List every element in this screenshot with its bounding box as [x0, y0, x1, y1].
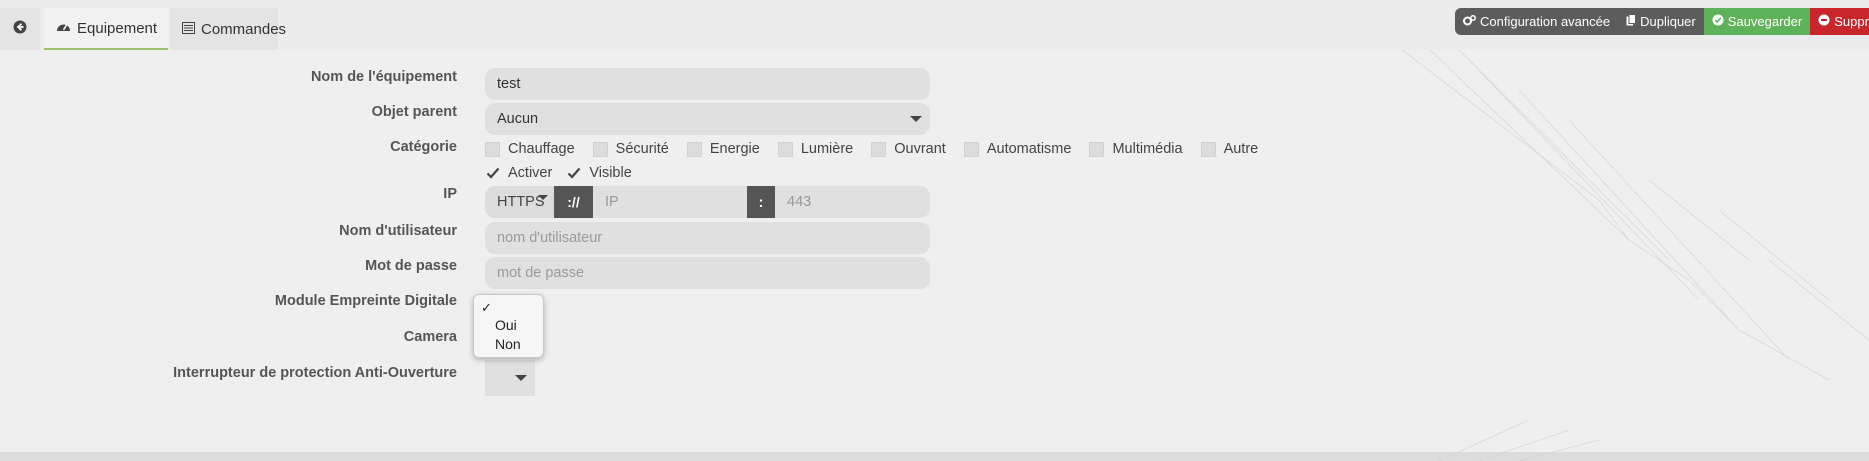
activer-label: Activer — [508, 165, 553, 181]
duplicate-label: Dupliquer — [1640, 14, 1696, 29]
check-icon — [485, 166, 500, 181]
checkbox-box — [1200, 141, 1216, 157]
checkbox-box — [871, 141, 887, 157]
check-icon — [566, 166, 581, 181]
visible-checkbox[interactable]: Visible — [566, 165, 632, 181]
category-checkbox-automatisme[interactable]: Automatisme — [963, 141, 1072, 157]
category-label: Sécurité — [615, 141, 669, 157]
category-label: Autre — [1223, 141, 1259, 157]
username-label: Nom d'utilisateur — [339, 223, 457, 239]
protocol-separator: :// — [554, 186, 593, 218]
empreinte-label: Module Empreinte Digitale — [274, 293, 457, 309]
objet-parent-value: Aucun — [497, 111, 539, 127]
checkbox-box — [963, 141, 979, 157]
username-input[interactable]: nom d'utilisateur — [485, 222, 930, 254]
category-label: Chauffage — [508, 141, 575, 157]
port-placeholder: 443 — [787, 194, 812, 210]
category-checkbox-lumiere[interactable]: Lumière — [777, 141, 854, 157]
protocol-select[interactable]: HTTPS — [485, 186, 554, 218]
ip-input-group: HTTPS :// IP : 443 — [485, 186, 930, 218]
checkbox-box — [485, 141, 500, 157]
camera-label: Camera — [403, 329, 457, 345]
category-checkbox-multimedia[interactable]: Multimédia — [1089, 141, 1183, 157]
category-label: Energie — [709, 141, 760, 157]
password-label: Mot de passe — [365, 258, 457, 274]
category-label: Ouvrant — [894, 141, 946, 157]
action-bar: Configuration avancée Dupliquer Sauvegar… — [1455, 8, 1869, 35]
ip-host-placeholder: IP — [605, 194, 619, 210]
tab-commandes[interactable]: Commandes — [170, 8, 286, 50]
ip-label: IP — [443, 186, 457, 202]
checkbox-box — [1089, 141, 1105, 157]
objet-parent-select[interactable]: Aucun — [485, 103, 930, 135]
save-button[interactable]: Sauvegarder — [1703, 8, 1811, 35]
checkbox-box — [777, 141, 793, 157]
category-label: Automatisme — [986, 141, 1072, 157]
password-input[interactable]: mot de passe — [485, 257, 930, 289]
port-input[interactable]: 443 — [775, 186, 930, 218]
selected-check-icon: ✓ — [481, 300, 492, 315]
dropdown-option-oui[interactable]: Oui — [495, 317, 517, 333]
chevron-down-icon — [538, 195, 548, 200]
categorie-checkboxes: Chauffage Sécurité Energie Lumière Ouvra… — [485, 141, 1258, 157]
save-label: Sauvegarder — [1727, 14, 1803, 29]
dashboard-icon — [56, 20, 71, 37]
category-label: Multimédia — [1112, 141, 1183, 157]
arrow-circle-left-icon — [13, 20, 27, 38]
advanced-config-button[interactable]: Configuration avancée — [1455, 8, 1619, 35]
page-background — [0, 0, 1869, 452]
activer-checkbox[interactable]: Activer — [485, 165, 552, 181]
visible-label: Visible — [589, 165, 632, 181]
checkbox-box — [592, 141, 608, 157]
delete-button[interactable]: Supprimer — [1810, 8, 1869, 35]
tab-commandes-label: Commandes — [201, 20, 287, 38]
list-icon — [182, 21, 195, 38]
ip-host-input[interactable]: IP — [593, 186, 747, 218]
back-button[interactable] — [0, 8, 40, 50]
nom-input[interactable]: test — [485, 68, 930, 100]
category-checkbox-energie[interactable]: Energie — [686, 141, 760, 157]
objet-parent-label: Objet parent — [371, 104, 457, 120]
nom-label: Nom de l'équipement — [310, 69, 457, 85]
port-separator: : — [747, 186, 775, 218]
cogs-icon — [1463, 14, 1476, 29]
category-checkbox-autre[interactable]: Autre — [1200, 141, 1259, 157]
page-bottom-border — [0, 452, 1869, 461]
username-placeholder: nom d'utilisateur — [497, 230, 603, 246]
password-placeholder: mot de passe — [497, 265, 585, 281]
checkbox-box — [686, 141, 702, 157]
dropdown-option-non[interactable]: Non — [495, 336, 521, 352]
empreinte-dropdown-menu: ✓ Oui Non — [473, 294, 544, 358]
advanced-config-label: Configuration avancée — [1480, 14, 1611, 29]
category-label: Lumière — [800, 141, 854, 157]
category-checkbox-chauffage[interactable]: Chauffage — [485, 141, 575, 157]
categorie-label: Catégorie — [390, 139, 457, 155]
copy-icon — [1626, 14, 1637, 29]
tab-equipement[interactable]: Equipement — [44, 8, 168, 50]
tab-equipement-label: Equipement — [77, 19, 158, 37]
check-circle-icon — [1712, 14, 1724, 29]
status-checkboxes: Activer Visible — [485, 165, 632, 181]
chevron-down-icon — [515, 375, 527, 381]
chevron-down-icon — [910, 116, 922, 122]
interrupteur-select[interactable] — [485, 360, 535, 396]
minus-circle-icon — [1818, 14, 1830, 29]
delete-label: Supprimer — [1834, 14, 1869, 29]
category-checkbox-ouvrant[interactable]: Ouvrant — [871, 141, 946, 157]
nom-value: test — [497, 76, 521, 92]
duplicate-button[interactable]: Dupliquer — [1618, 8, 1704, 35]
category-checkbox-securite[interactable]: Sécurité — [592, 141, 669, 157]
interrupteur-label: Interrupteur de protection Anti-Ouvertur… — [173, 365, 457, 381]
